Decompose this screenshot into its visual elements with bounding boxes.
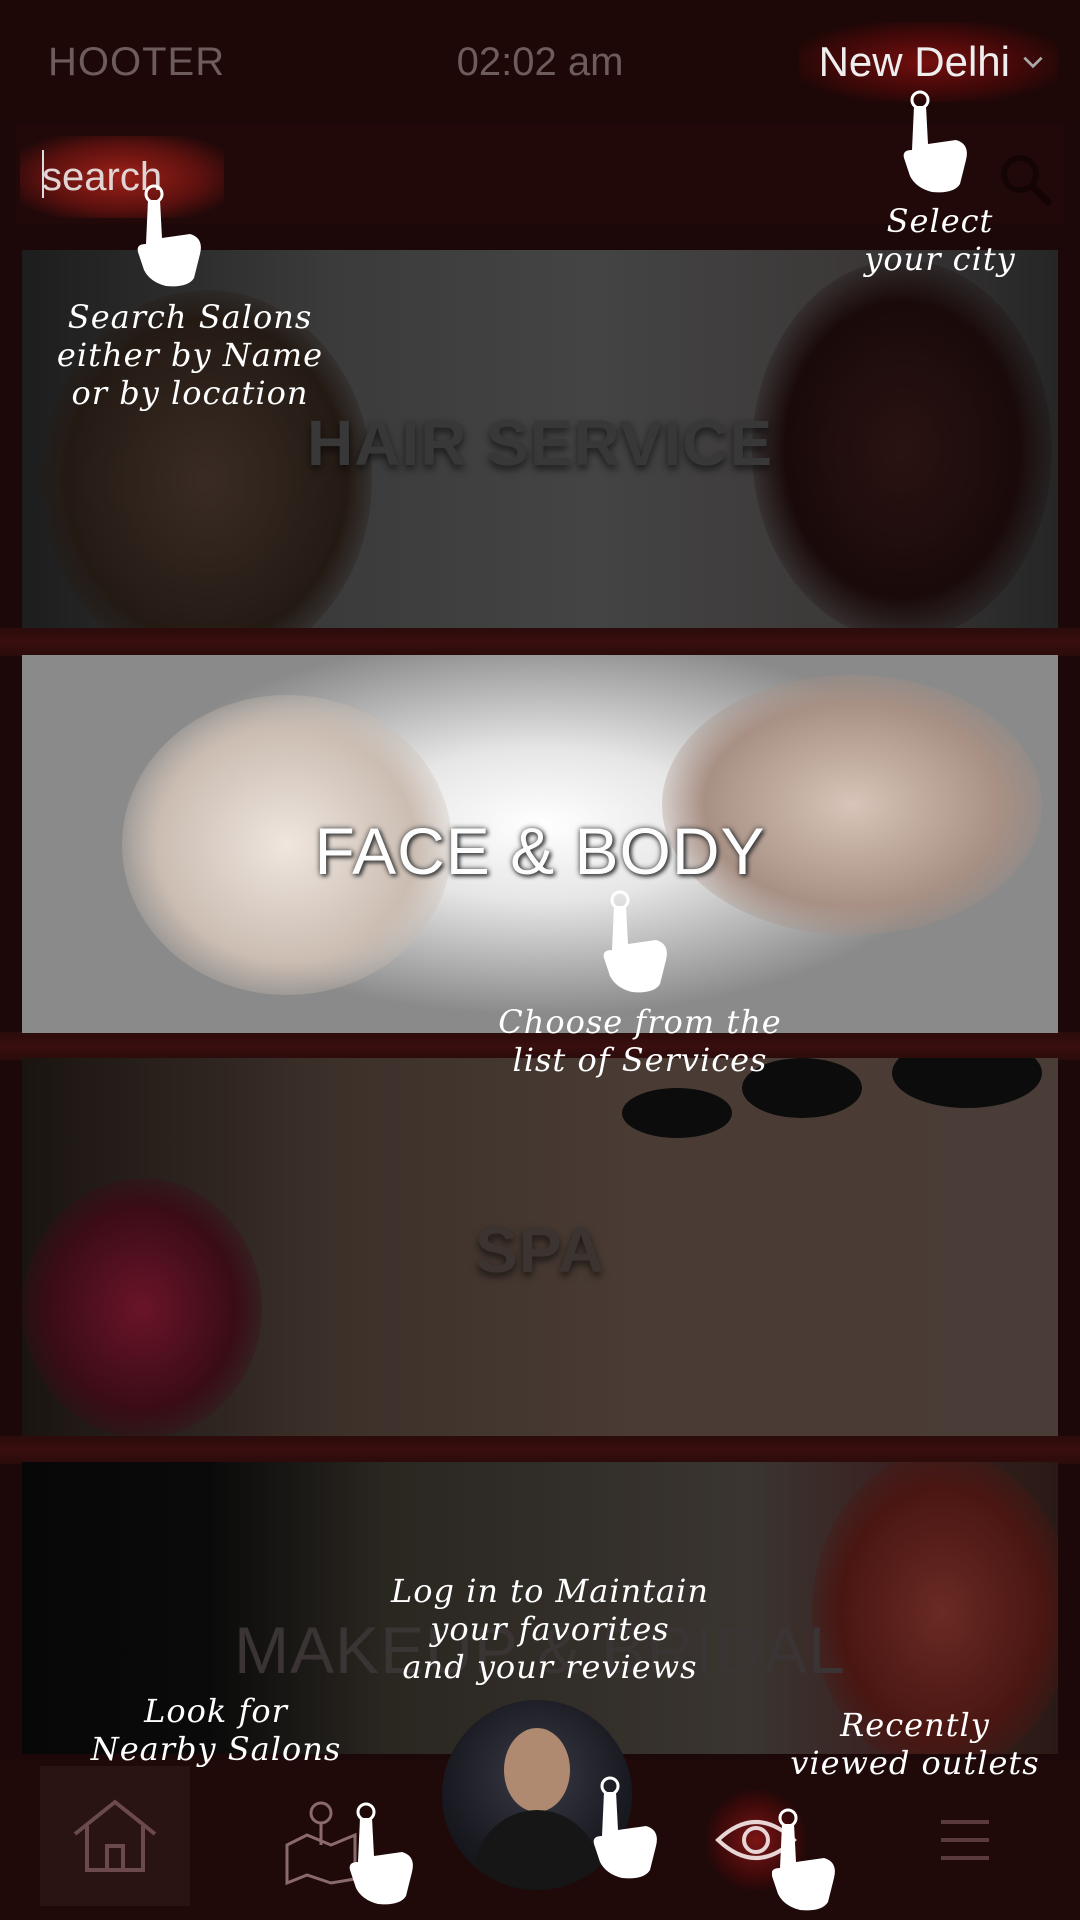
hint-recent: Recently viewed outlets xyxy=(790,1706,1040,1782)
hot-stone xyxy=(622,1088,732,1138)
hot-stone xyxy=(892,1058,1042,1108)
home-icon xyxy=(73,1799,157,1872)
pointer-hand-icon xyxy=(772,1808,835,1911)
search-icon[interactable] xyxy=(996,150,1054,208)
service-title: SPA xyxy=(475,1214,605,1286)
hint-nearby: Look for Nearby Salons xyxy=(90,1692,342,1768)
pointer-hand-icon xyxy=(137,184,201,287)
pointer-hand-icon xyxy=(349,1802,413,1905)
hint-select-city: Select your city xyxy=(864,202,1016,278)
text-caret xyxy=(42,150,44,198)
waxing-photo xyxy=(662,675,1042,935)
avatar-face xyxy=(504,1728,570,1812)
hamburger-menu-icon xyxy=(941,1820,989,1860)
city-label: New Delhi xyxy=(818,38,1010,85)
nav-home-button[interactable] xyxy=(40,1766,190,1906)
card-separator xyxy=(0,628,1080,656)
pointer-hand-icon xyxy=(603,890,667,993)
service-card-spa[interactable]: SPA xyxy=(22,1058,1058,1436)
hint-search: Search Salons either by Name or by locat… xyxy=(56,298,324,412)
avatar-suit xyxy=(472,1810,602,1890)
chevron-down-icon xyxy=(1023,56,1043,69)
nav-menu-button[interactable] xyxy=(930,1810,1000,1870)
pointer-hand-icon xyxy=(593,1776,657,1879)
service-card-face-body[interactable]: FACE & BODY xyxy=(22,655,1058,1033)
hint-services: Choose from the list of Services xyxy=(498,1003,782,1079)
pointer-hand-icon xyxy=(903,90,967,193)
service-title: HAIR SERVICE xyxy=(306,407,774,479)
service-title: FACE & BODY xyxy=(314,814,766,888)
hint-login: Log in to Maintain your favorites and yo… xyxy=(391,1572,709,1686)
card-separator xyxy=(0,1436,1080,1464)
